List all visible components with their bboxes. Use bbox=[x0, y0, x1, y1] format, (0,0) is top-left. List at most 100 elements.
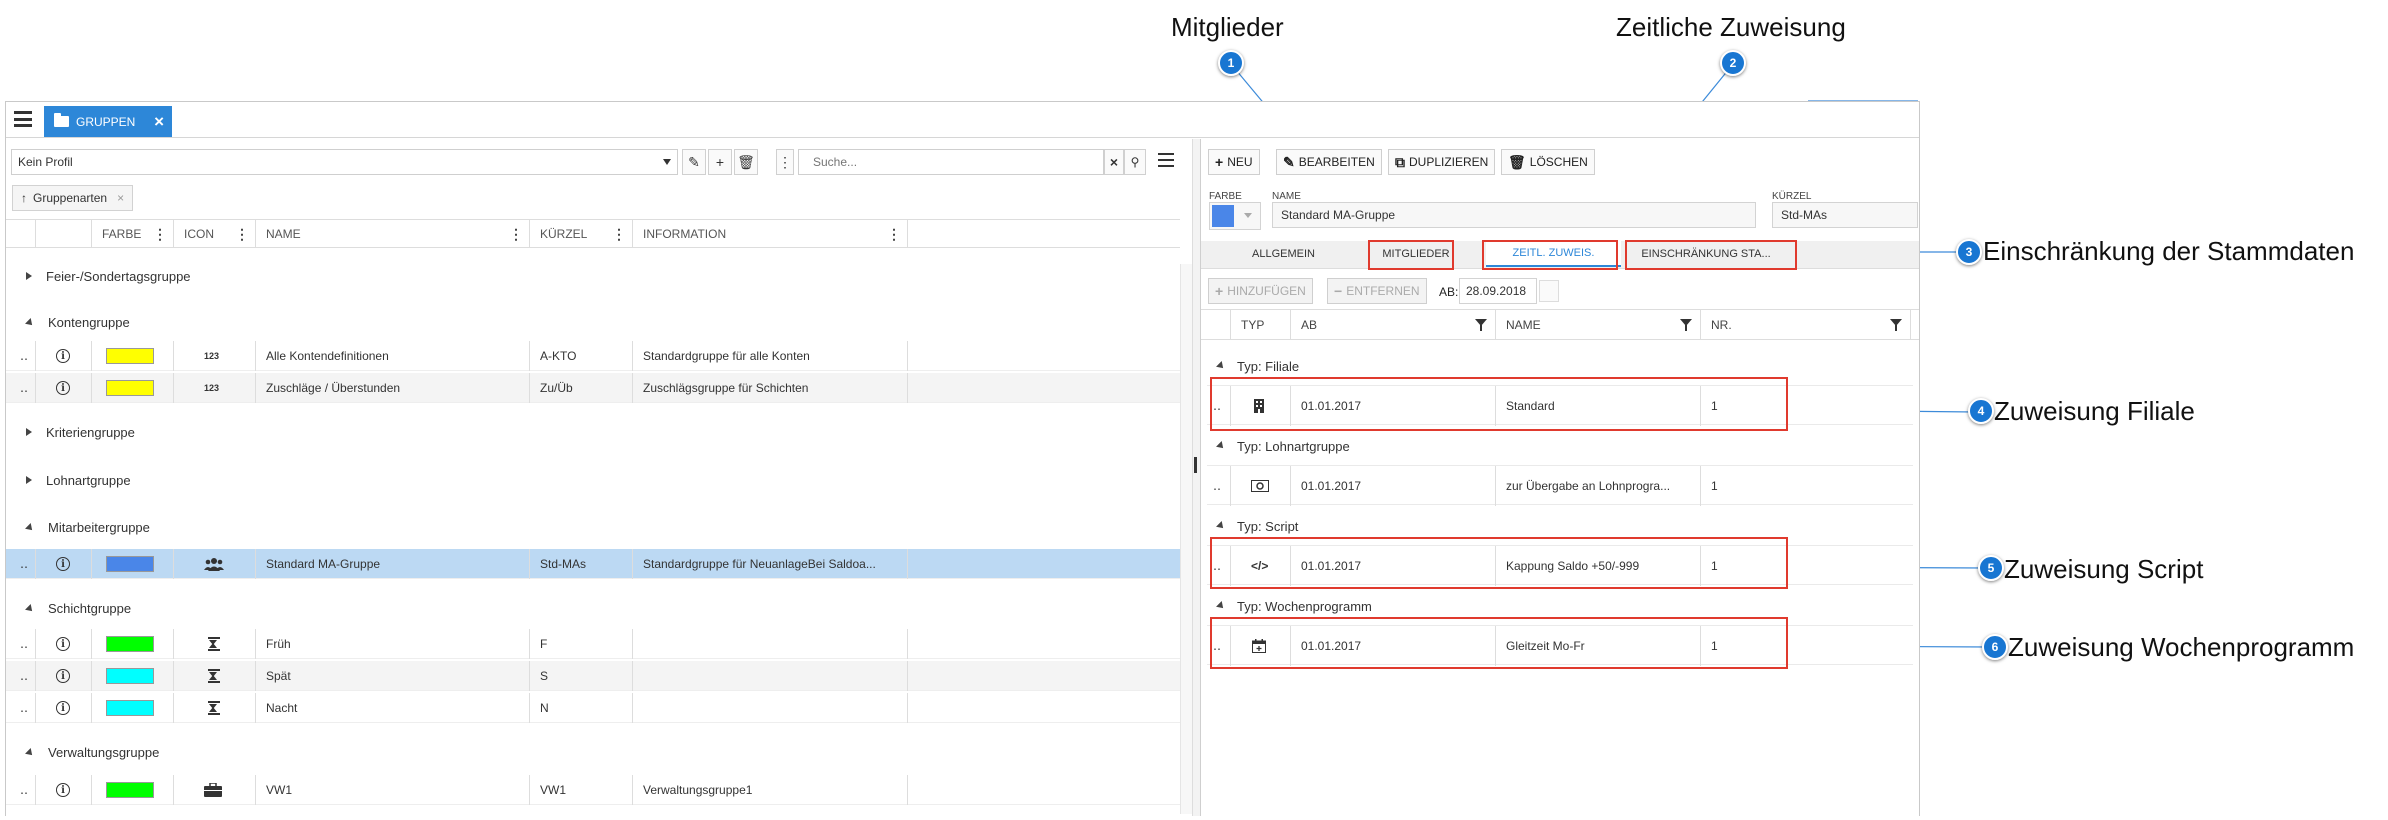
search-button[interactable]: ⚲ bbox=[1124, 149, 1146, 175]
new-button[interactable]: + NEU bbox=[1208, 149, 1260, 175]
header-name[interactable]: NAME ⋮ bbox=[256, 220, 530, 248]
callout-badge-2: 2 bbox=[1720, 50, 1746, 76]
filter-icon bbox=[1475, 319, 1487, 331]
table-row[interactable]: ‥ i VW1 VW1 Verwaltungsgruppe1 bbox=[6, 775, 1180, 805]
table-row[interactable]: ‥ i 123 Zuschläge / Überstunden Zu/Üb Zu… bbox=[6, 373, 1180, 403]
trash-icon: 🗑 bbox=[737, 153, 755, 170]
info-icon: i bbox=[56, 637, 70, 651]
group-lohnart[interactable]: Lohnartgruppe bbox=[6, 467, 131, 493]
table-row[interactable]: ‥ i 123 Alle Kontendefinitionen A-KTO St… bbox=[6, 341, 1180, 371]
row-name: Alle Kontendefinitionen bbox=[256, 341, 530, 371]
assignment-row[interactable]: ‥ 01.01.2017 zur Übergabe an Lohnprogra.… bbox=[1207, 465, 1913, 506]
header-farbe[interactable]: FARBE ⋮ bbox=[92, 220, 174, 248]
row-name: VW1 bbox=[256, 775, 530, 805]
remove-chip-icon[interactable]: × bbox=[117, 191, 124, 205]
duplicate-button[interactable]: ⧉ DUPLIZIEREN bbox=[1388, 149, 1496, 175]
numbers-icon: 123 bbox=[174, 341, 256, 371]
edit-profile-button[interactable]: ✎ bbox=[682, 149, 706, 175]
group-konten[interactable]: Kontengruppe bbox=[6, 309, 130, 335]
users-icon bbox=[204, 558, 224, 571]
folder-icon bbox=[54, 113, 69, 127]
profile-select-value: Kein Profil bbox=[18, 155, 73, 169]
pane-splitter[interactable] bbox=[1192, 139, 1200, 816]
color-swatch bbox=[1212, 205, 1234, 227]
header-information[interactable]: INFORMATION ⋮ bbox=[633, 220, 908, 248]
menu-icon[interactable] bbox=[14, 111, 32, 127]
pencil-icon: ✎ bbox=[1283, 153, 1295, 170]
delete-profile-button[interactable]: 🗑 bbox=[734, 149, 758, 175]
group-feier[interactable]: Feier-/Sondertagsgruppe bbox=[6, 263, 191, 289]
info-icon: i bbox=[56, 381, 70, 395]
clear-search-button[interactable]: × bbox=[1104, 149, 1124, 175]
highlight-zeitl-zuweis bbox=[1482, 240, 1618, 270]
briefcase-icon bbox=[204, 783, 222, 797]
search-options-button[interactable]: ⋮ bbox=[776, 149, 794, 175]
add-profile-button[interactable]: + bbox=[708, 149, 732, 175]
vertical-scrollbar[interactable] bbox=[1180, 264, 1192, 814]
highlight-script bbox=[1210, 537, 1788, 589]
name-field[interactable]: Standard MA-Gruppe bbox=[1272, 202, 1756, 228]
header-nr[interactable]: NR. bbox=[1701, 310, 1911, 340]
group-mitarbeiter[interactable]: Mitarbeitergruppe bbox=[6, 514, 150, 540]
table-row[interactable]: ‥ i Spät S bbox=[6, 661, 1180, 691]
row-info bbox=[633, 693, 908, 723]
group-typ-lohnart[interactable]: Typ: Lohnartgruppe bbox=[1201, 435, 1350, 457]
search-icon: ⚲ bbox=[1130, 155, 1140, 169]
calendar-picker-icon[interactable] bbox=[1539, 280, 1559, 302]
add-assignment-button[interactable]: + HINZUFÜGEN bbox=[1208, 278, 1313, 304]
header-ab[interactable]: AB bbox=[1291, 310, 1496, 340]
close-tab-icon[interactable]: × bbox=[154, 112, 164, 132]
callout-badge-4: 4 bbox=[1968, 398, 1994, 424]
group-kriterien[interactable]: Kriteriengruppe bbox=[6, 419, 135, 445]
short-label: KÜRZEL bbox=[1772, 191, 1812, 202]
group-schicht[interactable]: Schichtgruppe bbox=[6, 595, 131, 621]
color-swatch bbox=[106, 700, 154, 716]
header-icon[interactable]: ICON ⋮ bbox=[174, 220, 256, 248]
group-typ-script[interactable]: Typ: Script bbox=[1201, 515, 1298, 537]
highlight-filiale bbox=[1210, 377, 1788, 431]
tab-gruppen[interactable]: GRUPPEN × bbox=[44, 106, 172, 137]
color-swatch bbox=[106, 380, 154, 396]
delete-button[interactable]: 🗑 LÖSCHEN bbox=[1501, 149, 1595, 175]
group-typ-wochenprogramm[interactable]: Typ: Wochenprogramm bbox=[1201, 595, 1372, 617]
search-input[interactable] bbox=[798, 149, 1104, 175]
assignment-grid-header: TYP AB NAME NR. bbox=[1201, 309, 1919, 340]
list-menu-icon[interactable] bbox=[1158, 153, 1174, 167]
table-row[interactable]: ‥ i Nacht N bbox=[6, 693, 1180, 723]
group-verwaltung[interactable]: Verwaltungsgruppe bbox=[6, 739, 159, 765]
from-label: AB: bbox=[1439, 285, 1459, 299]
header-typ[interactable]: TYP bbox=[1231, 310, 1291, 340]
color-picker[interactable] bbox=[1209, 202, 1261, 230]
group-typ-filiale[interactable]: Typ: Filiale bbox=[1201, 355, 1299, 377]
row-short: VW1 bbox=[530, 775, 633, 805]
callout-badge-5: 5 bbox=[1978, 555, 2004, 581]
row-name: Zuschläge / Überstunden bbox=[256, 373, 530, 403]
grid-header: FARBE ⋮ ICON ⋮ NAME ⋮ KÜRZEL ⋮ INFORMATION ⋮ bbox=[6, 219, 1180, 248]
row-info: Zuschlägsgruppe für Schichten bbox=[633, 373, 908, 403]
short-field[interactable]: Std-MAs bbox=[1772, 202, 1918, 228]
color-swatch bbox=[106, 668, 154, 684]
row-short: Zu/Üb bbox=[530, 373, 633, 403]
table-row[interactable]: ‥ i Früh F bbox=[6, 629, 1180, 659]
money-icon bbox=[1251, 480, 1269, 492]
highlight-einschraenkung bbox=[1625, 240, 1797, 270]
info-icon: i bbox=[56, 349, 70, 363]
header-name[interactable]: NAME bbox=[1496, 310, 1701, 340]
row-name: Nacht bbox=[256, 693, 530, 723]
edit-button[interactable]: ✎ BEARBEITEN bbox=[1276, 149, 1382, 175]
remove-assignment-button[interactable]: − ENTFERNEN bbox=[1327, 278, 1427, 304]
row-info bbox=[633, 661, 908, 691]
from-date-field[interactable]: 28.09.2018 bbox=[1459, 278, 1537, 304]
hourglass-icon bbox=[208, 669, 220, 683]
hourglass-icon bbox=[208, 637, 220, 651]
tab-allgemein[interactable]: ALLGEMEIN bbox=[1201, 241, 1366, 267]
header-kuerzel[interactable]: KÜRZEL ⋮ bbox=[530, 220, 633, 248]
table-row-selected[interactable]: ‥ i Standard MA-Gruppe Std-MAs Standardg… bbox=[6, 549, 1180, 579]
chevron-down-icon bbox=[663, 159, 671, 165]
row-nr: 1 bbox=[1711, 479, 1718, 493]
row-short: Std-MAs bbox=[530, 549, 633, 579]
group-chip[interactable]: ↑ Gruppenarten × bbox=[12, 185, 134, 211]
kebab-icon: ⋮ bbox=[778, 153, 792, 170]
highlight-wochenprogramm bbox=[1210, 617, 1788, 669]
profile-select[interactable]: Kein Profil bbox=[11, 149, 678, 175]
